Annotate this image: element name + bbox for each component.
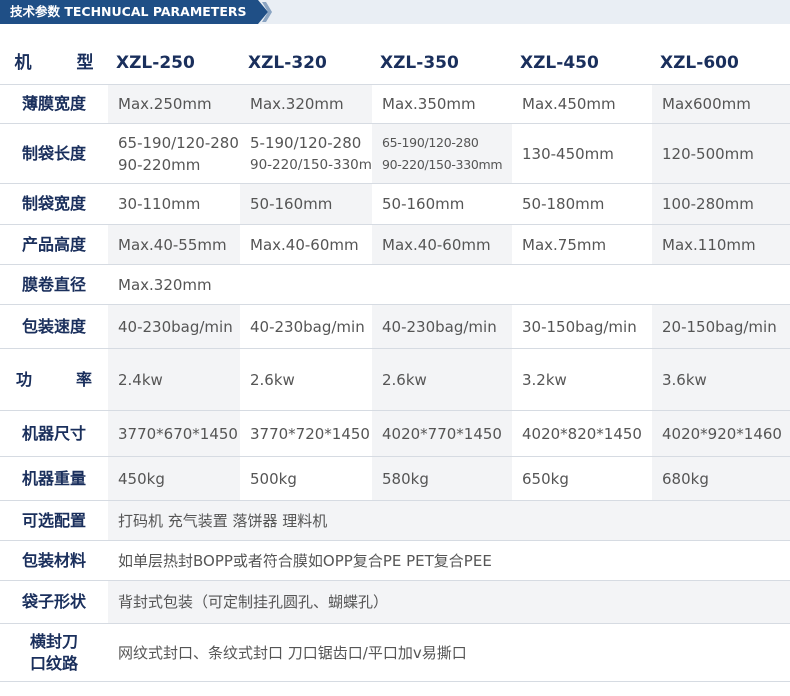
table-cell: 120-500mm (652, 123, 790, 184)
row-label: 制袋长度 (0, 123, 108, 184)
row-label: 包装材料 (0, 540, 108, 581)
table-cell: 4020*920*1460 (652, 410, 790, 457)
table-row: 机器尺寸 3770*670*1450 3770*720*1450 4020*77… (0, 410, 790, 457)
table-row: 膜卷直径 Max.320mm (0, 264, 790, 305)
table-cell: 打码机 充气装置 落饼器 理料机 (108, 500, 790, 541)
table-row: 包装速度 40-230bag/min 40-230bag/min 40-230b… (0, 304, 790, 349)
table-cell: 3770*720*1450 (240, 410, 372, 457)
table-cell: 4020*820*1450 (512, 410, 652, 457)
cell-line: 90-220mm (118, 155, 201, 174)
row-label: 功 率 (0, 348, 108, 411)
cell-line: 65-190/120-280 (382, 134, 479, 150)
row-label-line: 口纹路 (29, 653, 78, 673)
table-row: 横封刀 口纹路 网纹式封口、条纹式封口 刀口锯齿口/平口加v易撕口 (0, 623, 790, 682)
section-title: 技术参数 TECHNUCAL PARAMETERS (0, 0, 268, 24)
table-cell: 500kg (240, 456, 372, 501)
table-row: 功 率 2.4kw 2.6kw 2.6kw 3.2kw 3.6kw (0, 348, 790, 411)
table-row: 薄膜宽度 Max.250mm Max.320mm Max.350mm Max.4… (0, 84, 790, 124)
table-cell: 50-160mm (240, 183, 372, 225)
column-header-xzl-450: XZL-450 (512, 42, 652, 85)
table-cell: Max.320mm (240, 84, 372, 124)
table-row: 袋子形状 背封式包装（可定制挂孔圆孔、蝴蝶孔） (0, 580, 790, 624)
table-cell: 40-230bag/min (372, 304, 512, 349)
column-header-xzl-350: XZL-350 (372, 42, 512, 85)
table-cell: 680kg (652, 456, 790, 501)
spec-page: 技术参数 TECHNUCAL PARAMETERS 机 型 XZL-250 XZ… (0, 0, 790, 696)
cell-line: 90-220/150-330mm (250, 156, 372, 173)
table-cell: Max.75mm (512, 224, 652, 265)
column-header-xzl-250: XZL-250 (108, 42, 240, 85)
table-cell: 2.4kw (108, 348, 240, 411)
table-row: 包装材料 如单层热封BOPP或者符合膜如OPP复合PE PET复合PEE (0, 540, 790, 581)
row-label: 可选配置 (0, 500, 108, 541)
table-cell: 20-150bag/min (652, 304, 790, 349)
row-label: 机器重量 (0, 456, 108, 501)
table-cell: 网纹式封口、条纹式封口 刀口锯齿口/平口加v易撕口 (108, 623, 790, 682)
table-cell: 40-230bag/min (108, 304, 240, 349)
table-cell: 50-180mm (512, 183, 652, 225)
table-row: 产品高度 Max.40-55mm Max.40-60mm Max.40-60mm… (0, 224, 790, 265)
table-cell: Max.110mm (652, 224, 790, 265)
row-label: 产品高度 (0, 224, 108, 265)
table-row: 可选配置 打码机 充气装置 落饼器 理料机 (0, 500, 790, 541)
table-cell: 40-230bag/min (240, 304, 372, 349)
column-header-xzl-320: XZL-320 (240, 42, 372, 85)
table-cell: 背封式包装（可定制挂孔圆孔、蝴蝶孔） (108, 580, 790, 624)
table-cell: Max.350mm (372, 84, 512, 124)
table-header-row: 机 型 XZL-250 XZL-320 XZL-350 XZL-450 XZL-… (0, 42, 790, 85)
table-cell: 3770*670*1450 (108, 410, 240, 457)
spec-table: 机 型 XZL-250 XZL-320 XZL-350 XZL-450 XZL-… (0, 42, 790, 682)
table-cell: 65-190/120-280 90-220/150-330mm (372, 123, 512, 184)
table-cell: 3.2kw (512, 348, 652, 411)
table-row: 制袋宽度 30-110mm 50-160mm 50-160mm 50-180mm… (0, 183, 790, 225)
table-cell: 4020*770*1450 (372, 410, 512, 457)
cell-line: 65-190/120-280 (118, 133, 239, 152)
table-cell: Max.40-60mm (372, 224, 512, 265)
column-header-xzl-600: XZL-600 (652, 42, 790, 85)
table-cell: 650kg (512, 456, 652, 501)
row-label: 机器尺寸 (0, 410, 108, 457)
table-cell: 100-280mm (652, 183, 790, 225)
row-label: 包装速度 (0, 304, 108, 349)
cell-line: 90-220/150-330mm (382, 156, 503, 172)
table-cell: Max.250mm (108, 84, 240, 124)
table-cell: 2.6kw (240, 348, 372, 411)
column-header-model: 机 型 (0, 42, 108, 85)
table-cell: 130-450mm (512, 123, 652, 184)
row-label: 膜卷直径 (0, 264, 108, 305)
row-label-line: 横封刀 (29, 631, 78, 651)
table-cell: 2.6kw (372, 348, 512, 411)
table-cell: 3.6kw (652, 348, 790, 411)
table-cell: Max600mm (652, 84, 790, 124)
table-cell: 5-190/120-280 90-220/150-330mm (240, 123, 372, 184)
row-label: 薄膜宽度 (0, 84, 108, 124)
table-cell: Max.40-60mm (240, 224, 372, 265)
table-cell: 50-160mm (372, 183, 512, 225)
table-cell: Max.40-55mm (108, 224, 240, 265)
table-row: 制袋长度 65-190/120-280 90-220mm 5-190/120-2… (0, 123, 790, 184)
table-row: 机器重量 450kg 500kg 580kg 650kg 680kg (0, 456, 790, 501)
row-label: 横封刀 口纹路 (0, 623, 108, 682)
table-cell: 65-190/120-280 90-220mm (108, 123, 240, 184)
table-cell: 30-150bag/min (512, 304, 652, 349)
row-label: 袋子形状 (0, 580, 108, 624)
row-label: 制袋宽度 (0, 183, 108, 225)
table-cell: 如单层热封BOPP或者符合膜如OPP复合PE PET复合PEE (108, 540, 790, 581)
table-cell: 30-110mm (108, 183, 240, 225)
table-cell: Max.320mm (108, 264, 790, 305)
table-cell: Max.450mm (512, 84, 652, 124)
table-cell: 450kg (108, 456, 240, 501)
table-cell: 580kg (372, 456, 512, 501)
cell-line: 5-190/120-280 (250, 133, 362, 152)
